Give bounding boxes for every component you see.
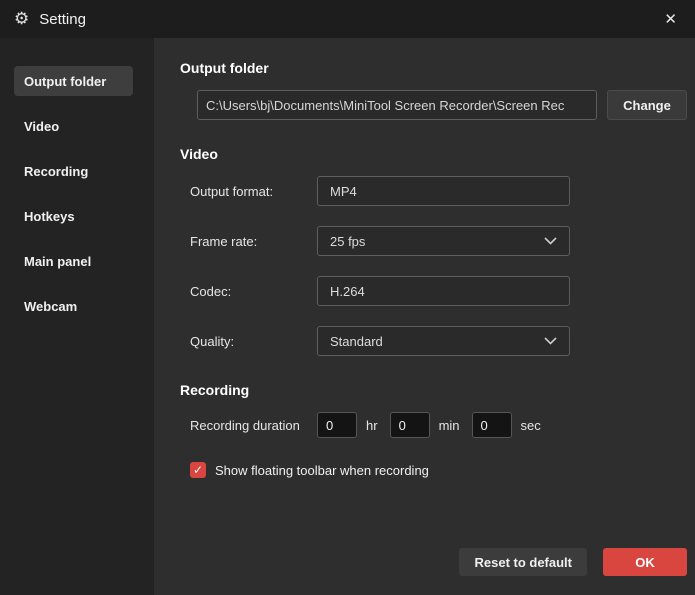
close-icon[interactable]: ✕ <box>664 12 677 27</box>
sec-unit-label: sec <box>521 418 541 433</box>
output-format-value: MP4 <box>330 184 357 199</box>
settings-panel: Output folder Change Video Output format… <box>154 38 695 595</box>
codec-value: H.264 <box>330 284 365 299</box>
duration-sec-input[interactable] <box>472 412 512 438</box>
footer: Reset to default OK <box>180 548 687 576</box>
frame-rate-label: Frame rate: <box>190 234 317 249</box>
frame-rate-value: 25 fps <box>330 234 365 249</box>
quality-value: Standard <box>330 334 383 349</box>
sidebar-item-hotkeys[interactable]: Hotkeys <box>14 201 133 231</box>
ok-button[interactable]: OK <box>603 548 687 576</box>
sidebar-item-recording[interactable]: Recording <box>14 156 133 186</box>
sidebar-item-video[interactable]: Video <box>14 111 133 141</box>
video-heading: Video <box>180 146 687 162</box>
chevron-down-icon <box>544 337 557 345</box>
sidebar-item-label: Video <box>24 119 59 134</box>
quality-dropdown[interactable]: Standard <box>317 326 570 356</box>
sidebar: Output folder Video Recording Hotkeys Ma… <box>0 38 154 595</box>
output-format-row: Output format: MP4 <box>190 176 687 206</box>
frame-rate-dropdown[interactable]: 25 fps <box>317 226 570 256</box>
codec-row: Codec: H.264 <box>190 276 687 306</box>
sidebar-item-label: Main panel <box>24 254 91 269</box>
sidebar-item-output-folder[interactable]: Output folder <box>14 66 133 96</box>
min-unit-label: min <box>439 418 460 433</box>
sidebar-item-label: Hotkeys <box>24 209 75 224</box>
codec-label: Codec: <box>190 284 317 299</box>
quality-label: Quality: <box>190 334 317 349</box>
output-format-field[interactable]: MP4 <box>317 176 570 206</box>
codec-field[interactable]: H.264 <box>317 276 570 306</box>
frame-rate-row: Frame rate: 25 fps <box>190 226 687 256</box>
settings-window-body: Output folder Video Recording Hotkeys Ma… <box>0 38 695 595</box>
reset-to-default-button[interactable]: Reset to default <box>459 548 587 576</box>
recording-heading: Recording <box>180 382 687 398</box>
recording-duration-label: Recording duration <box>190 418 317 433</box>
floating-toolbar-row: ✓ Show floating toolbar when recording <box>190 462 687 478</box>
sidebar-item-label: Output folder <box>24 74 106 89</box>
duration-hr-input[interactable] <box>317 412 357 438</box>
sidebar-item-label: Recording <box>24 164 88 179</box>
settings-gear-icon: ⚙ <box>14 9 29 29</box>
output-folder-heading: Output folder <box>180 60 687 76</box>
sidebar-item-label: Webcam <box>24 299 77 314</box>
quality-row: Quality: Standard <box>190 326 687 356</box>
titlebar: ⚙ Setting ✕ <box>0 0 695 38</box>
chevron-down-icon <box>544 237 557 245</box>
floating-toolbar-checkbox[interactable]: ✓ <box>190 462 206 478</box>
sidebar-item-webcam[interactable]: Webcam <box>14 291 133 321</box>
hr-unit-label: hr <box>366 418 378 433</box>
sidebar-item-main-panel[interactable]: Main panel <box>14 246 133 276</box>
output-path-input[interactable] <box>197 90 597 120</box>
change-button[interactable]: Change <box>607 90 687 120</box>
output-format-label: Output format: <box>190 184 317 199</box>
window-title: Setting <box>39 11 86 28</box>
duration-min-input[interactable] <box>390 412 430 438</box>
floating-toolbar-label: Show floating toolbar when recording <box>215 463 429 478</box>
recording-duration-row: Recording duration hr min sec <box>190 412 687 438</box>
output-path-row: Change <box>197 90 687 120</box>
